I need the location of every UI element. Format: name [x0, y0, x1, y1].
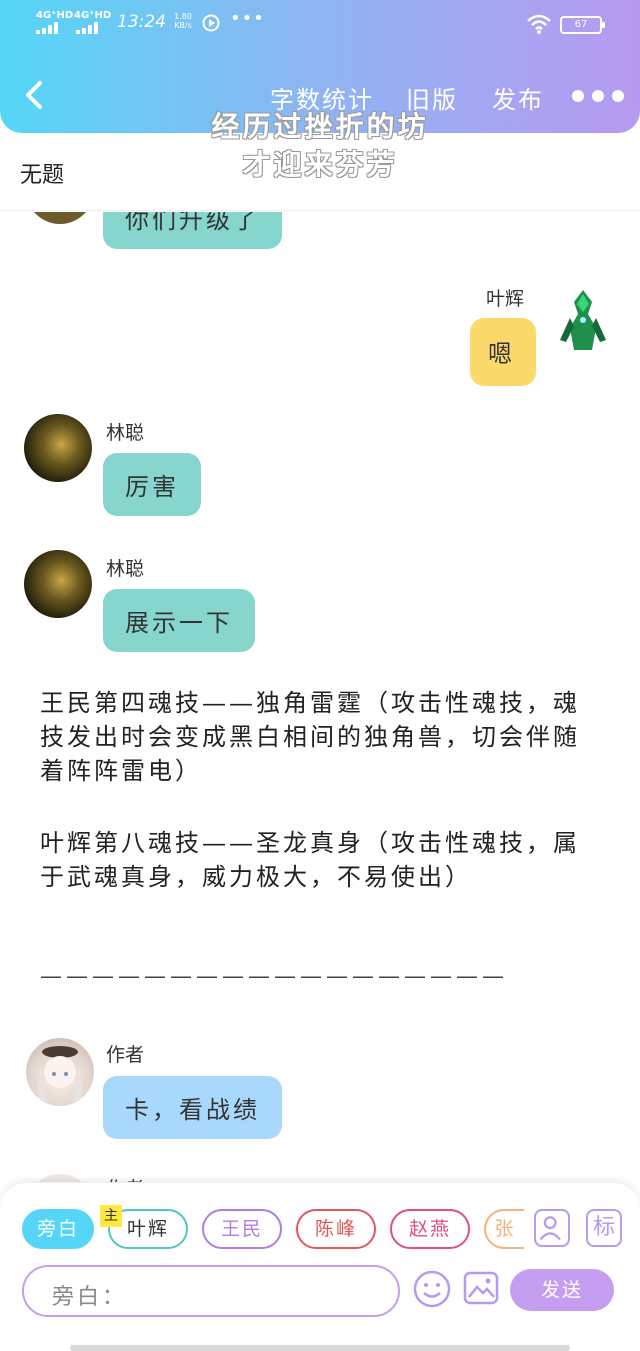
hero-figure-icon — [560, 290, 606, 350]
signal-bars-icon — [76, 22, 104, 34]
net-speed: 1.80 KB/s — [174, 12, 192, 30]
send-button[interactable]: 发送 — [510, 1269, 614, 1311]
main-character-badge: 主 — [100, 1205, 122, 1227]
emoji-icon[interactable] — [412, 1269, 452, 1309]
speaker-name: 林聪 — [106, 558, 145, 580]
input-placeholder: 旁白： — [52, 1285, 128, 1310]
avatar — [26, 1038, 94, 1106]
home-indicator — [70, 1345, 570, 1351]
avatar — [26, 1174, 94, 1182]
message-bubble[interactable]: 你们升级了 — [103, 212, 282, 249]
role-chip-narrator[interactable]: 旁白 — [22, 1209, 94, 1249]
battery-indicator: 67 — [560, 16, 605, 34]
role-chip-zhang[interactable]: 张 — [484, 1209, 524, 1249]
speaker-name: 作者 — [106, 1044, 145, 1066]
message-input[interactable]: 旁白： — [22, 1265, 400, 1317]
watermark-line: 经历过挫折的坊 — [211, 110, 429, 143]
avatar — [24, 414, 92, 482]
document-title[interactable]: 无题 — [20, 157, 64, 189]
more-options-icon[interactable] — [572, 90, 624, 102]
narration-text[interactable]: 叶辉第八魂技——圣龙真身（攻击性魂技，属于武魂真身，威力极大，不易使出） — [40, 826, 600, 894]
mark-button[interactable]: 标 — [586, 1209, 622, 1247]
person-icon — [539, 1216, 561, 1241]
signal-bars-icon — [36, 22, 64, 34]
avatar — [552, 284, 614, 358]
watermark-text: 经历过挫折的坊 才迎来芬芳 — [190, 108, 450, 184]
role-chip-wangmin[interactable]: 王民 — [202, 1209, 282, 1249]
speaker-name: 林聪 — [106, 422, 145, 444]
back-arrow-icon[interactable] — [22, 80, 46, 110]
section-divider: —————————————————— — [40, 964, 508, 989]
image-icon[interactable] — [462, 1269, 500, 1307]
chat-area[interactable]: 你们升级了 叶辉 嗯 林聪 厉害 林聪 展示一下 王民第四魂技——独角雷霆（攻击… — [0, 212, 640, 1182]
status-time: 13:24 — [117, 12, 166, 32]
message-bubble[interactable]: 嗯 — [470, 318, 536, 386]
play-icon — [202, 14, 220, 32]
speaker-name: 作者 — [106, 1174, 144, 1182]
message-bubble[interactable]: 卡，看战绩 — [103, 1076, 282, 1139]
watermark-line: 才迎来芬芳 — [242, 148, 398, 181]
role-chip-zhaoyan[interactable]: 赵燕 — [390, 1209, 470, 1249]
wifi-icon — [527, 14, 551, 34]
message-bubble[interactable]: 展示一下 — [103, 589, 255, 652]
role-manager-button[interactable] — [534, 1209, 570, 1247]
compose-panel: 旁白 叶辉 主 王民 陈峰 赵燕 张 标 旁白： 发送 — [0, 1182, 640, 1351]
signal-label-2: 4G⁺HD — [74, 10, 112, 21]
narration-text[interactable]: 王民第四魂技——独角雷霆（攻击性魂技，魂技发出时会变成黑白相间的独角兽，切会伴随… — [40, 686, 600, 788]
avatar — [24, 550, 92, 618]
status-overflow: ••• — [230, 8, 265, 29]
avatar — [26, 212, 94, 224]
speaker-name: 叶辉 — [486, 288, 525, 310]
signal-label-1: 4G⁺HD — [36, 10, 74, 21]
message-bubble[interactable]: 厉害 — [103, 453, 201, 516]
publish-button[interactable]: 发布 — [492, 80, 544, 115]
role-chip-chenfeng[interactable]: 陈峰 — [296, 1209, 376, 1249]
anime-girl-icon — [38, 1046, 82, 1104]
